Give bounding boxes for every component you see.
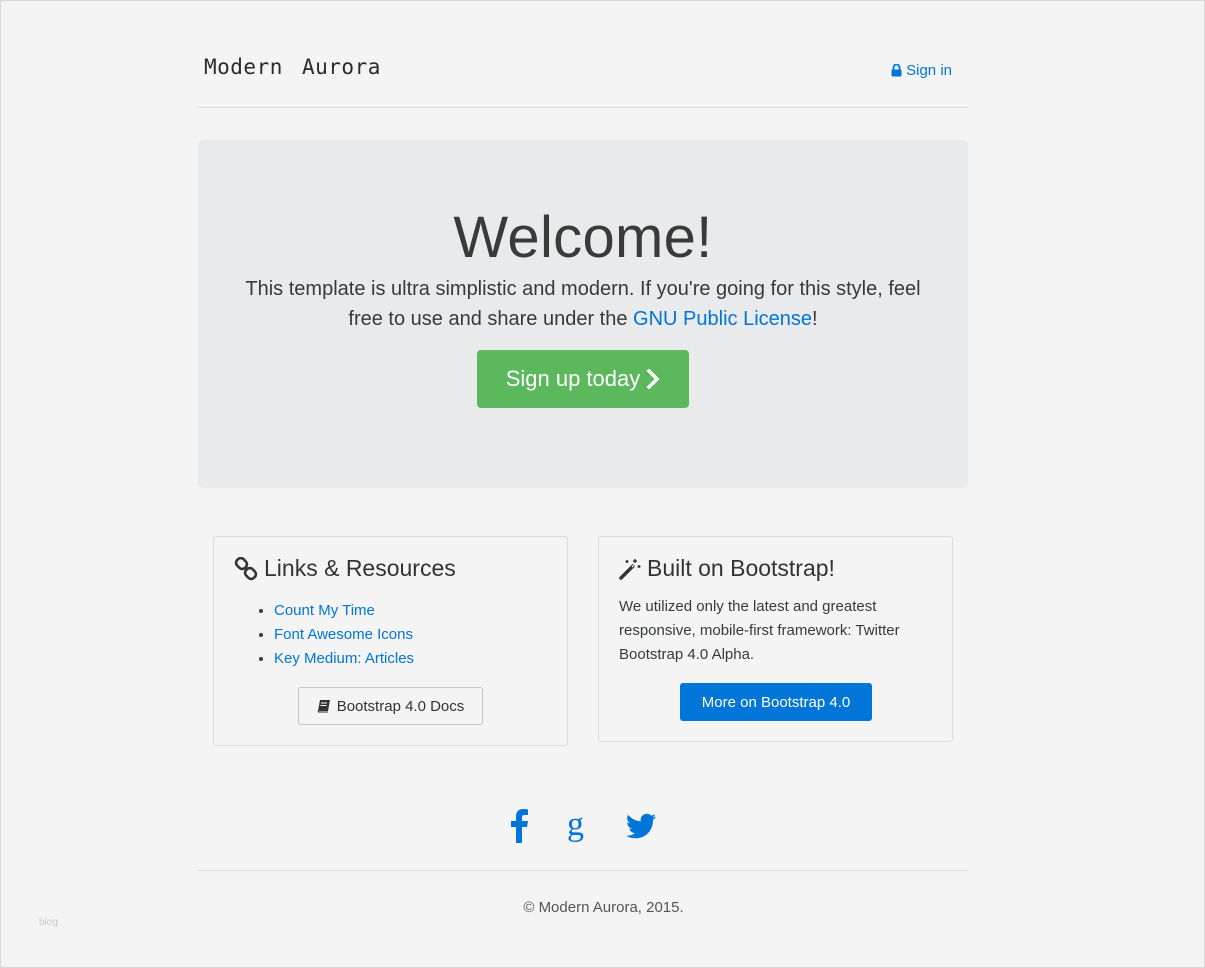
list-item: Count My Time [274,599,414,623]
hero-title: Welcome! [453,205,713,270]
bootstrap-card: Built on Bootstrap! We utilized only the… [598,536,953,742]
list-item: Font Awesome Icons [274,623,414,647]
font-awesome-link[interactable]: Font Awesome Icons [274,626,413,643]
bootstrap-docs-label: Bootstrap 4.0 Docs [336,697,465,715]
bootstrap-card-title: Built on Bootstrap! [619,555,835,582]
links-card-title: Links & Resources [234,555,456,582]
links-resources-card: Links & Resources Count My Time Font Awe… [213,536,568,746]
count-my-time-link[interactable]: Count My Time [274,602,375,619]
page-container: Modern Aurora Sign in Welcome! This temp… [198,1,968,488]
links-card-title-text: Links & Resources [264,555,456,581]
book-icon [317,700,330,713]
chevron-right-icon [646,369,660,389]
more-bootstrap-button[interactable]: More on Bootstrap 4.0 [680,683,872,721]
magic-wand-icon [619,558,641,580]
chain-link-icon [234,556,258,580]
svg-text:g: g [567,807,584,843]
hero-jumbotron: Welcome! This template is ultra simplist… [198,140,968,488]
license-link[interactable]: GNU Public License [633,308,812,330]
twitter-icon[interactable] [625,807,657,848]
sign-in-label: Sign in [906,62,952,79]
sign-up-label: Sign up today [505,366,641,391]
watermark: blog [39,917,58,928]
key-medium-link[interactable]: Key Medium: Articles [274,650,414,667]
sign-in-link[interactable]: Sign in [891,62,952,79]
list-item: Key Medium: Articles [274,647,414,671]
bootstrap-docs-button[interactable]: Bootstrap 4.0 Docs [298,687,483,725]
sign-up-button[interactable]: Sign up today [477,350,689,408]
social-links: g [1,806,1205,851]
facebook-icon[interactable] [507,807,531,848]
bootstrap-card-title-text: Built on Bootstrap! [647,555,835,581]
resource-list: Count My Time Font Awesome Icons Key Med… [254,599,414,671]
hero-lead-end: ! [812,308,818,330]
footer-divider [198,870,968,871]
bootstrap-card-text: We utilized only the latest and greatest… [619,598,900,663]
hero-lead: This template is ultra simplistic and mo… [228,274,938,334]
google-icon[interactable]: g [563,806,591,850]
lock-icon [891,64,902,77]
navbar: Modern Aurora Sign in [198,1,968,108]
hero-lead-text: This template is ultra simplistic and mo… [245,278,921,330]
brand-logo[interactable]: Modern Aurora [204,55,381,79]
footer-copyright: © Modern Aurora, 2015. [523,899,684,916]
